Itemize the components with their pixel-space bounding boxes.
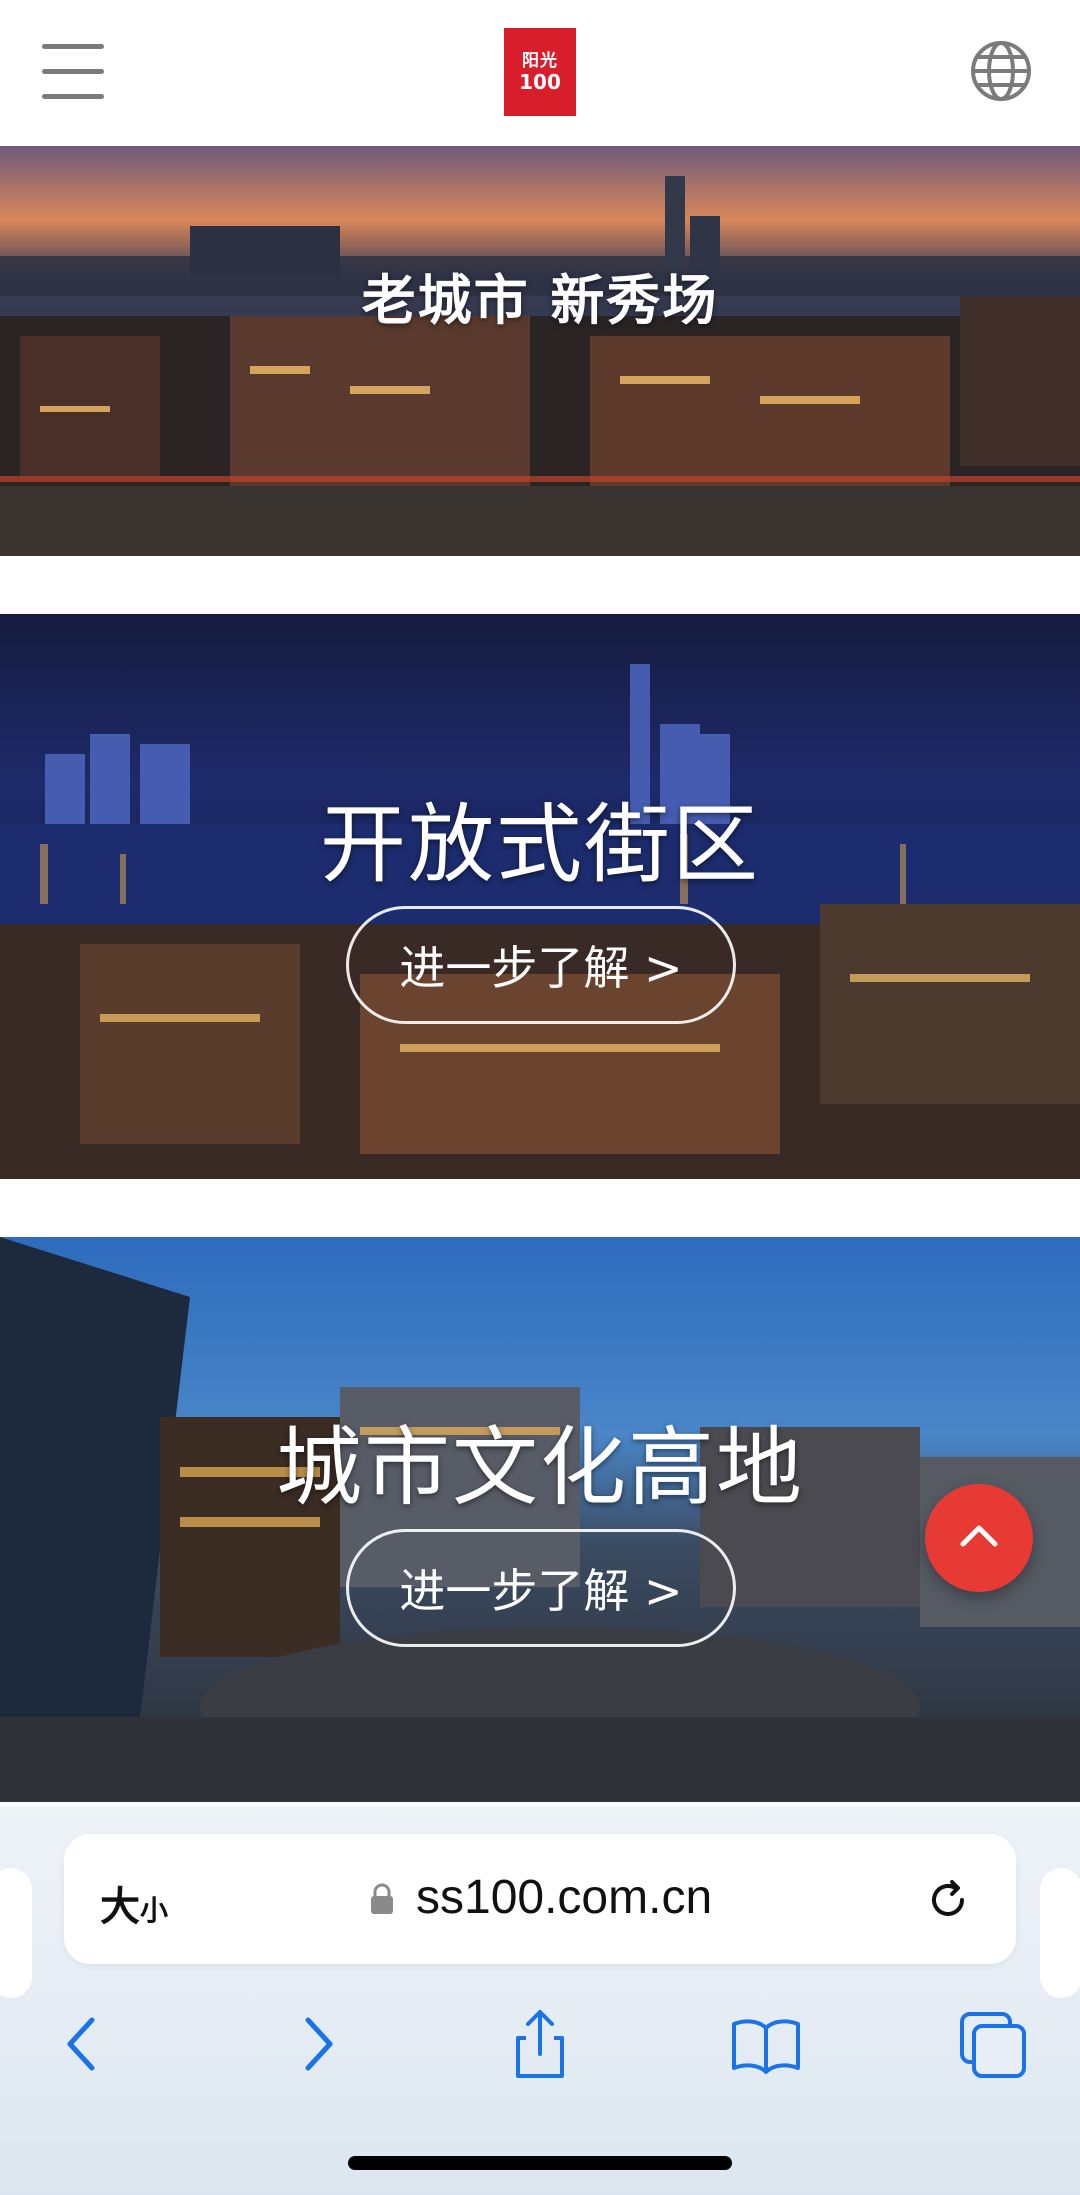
back-icon[interactable] (44, 2004, 124, 2084)
logo-text-bottom: 100 (519, 70, 561, 94)
banner-open-district[interactable]: 开放式街区 进一步了解 > (0, 614, 1080, 1179)
bookmarks-icon[interactable] (726, 2004, 806, 2084)
banner-image-night-city (0, 146, 1080, 556)
text-size-small: 小 (140, 1894, 169, 1927)
brand-logo[interactable]: 阳光 100 (504, 28, 576, 116)
text-size-button[interactable]: 大小 (100, 1874, 168, 1932)
browser-toolbar (0, 2004, 1080, 2104)
previous-tab-card[interactable] (0, 1868, 32, 1998)
banner-title: 城市文化高地 (276, 1418, 804, 1518)
url-text[interactable]: ss100.com.cn (416, 1870, 712, 1925)
banner-culture-hub[interactable]: 城市文化高地 进一步了解 > (0, 1237, 1080, 1802)
logo-text-top: 阳光 (522, 51, 558, 71)
banner-title: 开放式街区 (320, 795, 760, 895)
reload-icon[interactable] (922, 1874, 974, 1926)
forward-icon[interactable] (276, 2004, 356, 2084)
banner-title: 老城市 新秀场 (361, 269, 719, 332)
chevron-up-icon (960, 1525, 998, 1547)
hamburger-menu-icon[interactable] (42, 44, 104, 99)
globe-icon[interactable] (968, 38, 1034, 104)
lock-icon (371, 1883, 393, 1914)
text-size-big: 大 (100, 1884, 140, 1930)
next-tab-card[interactable] (1040, 1868, 1080, 1998)
browser-bottom-bar: 大小 ss100.com.cn (0, 1806, 1080, 2195)
banner-old-city[interactable]: 老城市 新秀场 (0, 146, 1080, 556)
tabs-icon[interactable] (954, 2004, 1034, 2084)
site-header: 阳光 100 (0, 0, 1080, 146)
learn-more-button[interactable]: 进一步了解 > (346, 1529, 736, 1647)
share-icon[interactable] (500, 2004, 580, 2084)
back-to-top-button[interactable] (925, 1484, 1033, 1592)
address-bar[interactable]: 大小 ss100.com.cn (64, 1834, 1016, 1964)
home-indicator[interactable] (348, 2156, 732, 2170)
learn-more-button[interactable]: 进一步了解 > (346, 906, 736, 1024)
